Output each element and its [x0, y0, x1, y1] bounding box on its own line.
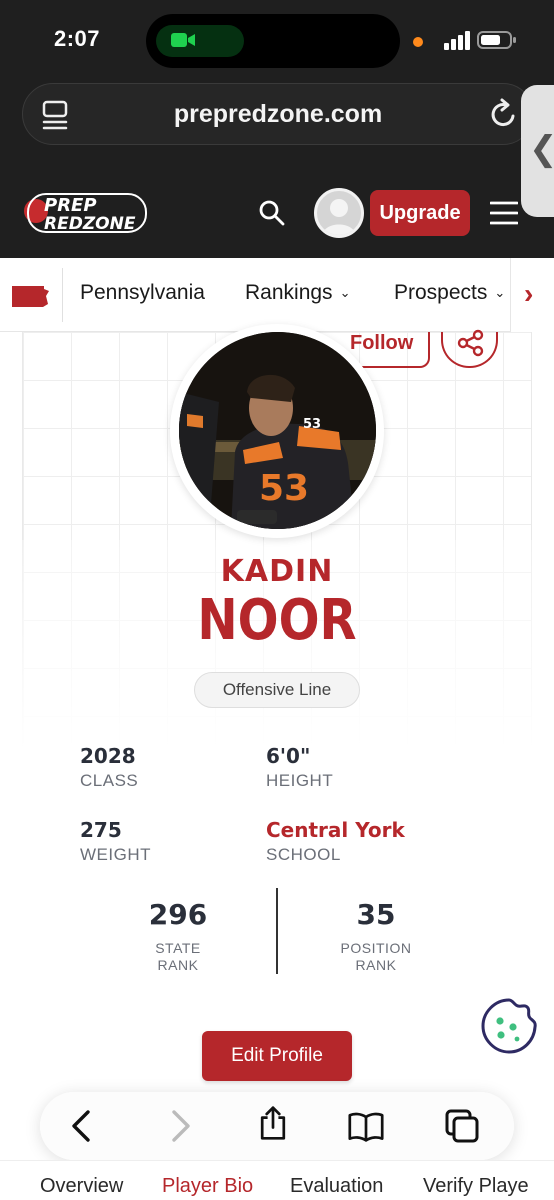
share-sheet-icon[interactable]: [255, 1105, 291, 1141]
chevron-down-icon: ⌄: [339, 285, 351, 300]
player-first-name: KADIN: [220, 554, 334, 589]
rank-divider: [276, 888, 278, 974]
address-bar[interactable]: prepredzone.com: [22, 83, 534, 145]
stat-class-label: CLASS: [80, 771, 139, 790]
avatar-placeholder-icon: [322, 199, 356, 235]
nav-scroll-right-button[interactable]: ›: [510, 258, 554, 332]
tabs-overview-icon[interactable]: [444, 1108, 480, 1144]
battery-icon: [477, 31, 516, 49]
player-last-name: NOOR: [197, 588, 357, 653]
player-photo-illustration: 53 53: [179, 332, 376, 529]
url-text[interactable]: prepredzone.com: [23, 100, 533, 129]
reload-icon[interactable]: [489, 98, 519, 130]
recording-indicator: [413, 37, 423, 47]
nav-item-prospects[interactable]: Prospects ⌄: [394, 281, 505, 305]
logo-text-redzone: REDZONE: [44, 214, 136, 234]
pennsylvania-state-icon: [12, 286, 49, 307]
dynamic-island: [146, 14, 400, 68]
nav-item-rankings[interactable]: Rankings ⌄: [245, 281, 350, 305]
position-badge: Offensive Line: [194, 672, 360, 708]
state-rank-value: 296: [148, 898, 208, 931]
bookmarks-icon[interactable]: [348, 1108, 384, 1144]
position-rank-label: POSITION RANK: [296, 940, 456, 974]
svg-text:53: 53: [259, 468, 309, 509]
safari-toolbar: [40, 1092, 514, 1160]
tab-verify-player[interactable]: Verify Playe: [423, 1175, 529, 1198]
tab-evaluation[interactable]: Evaluation: [290, 1175, 383, 1198]
state-nav-bar: Pennsylvania Rankings ⌄ Prospects ⌄ ›: [0, 258, 554, 332]
site-logo[interactable]: PREP REDZONE: [22, 189, 148, 237]
profile-tabs: Overview Player Bio Evaluation Verify Pl…: [0, 1160, 554, 1200]
position-rank-label-line2: RANK: [355, 957, 397, 973]
state-rank-label-line1: STATE: [155, 940, 201, 956]
cookie-icon[interactable]: [480, 997, 538, 1055]
stat-weight-value: 275: [80, 818, 122, 842]
nav-item-label: Rankings: [245, 281, 333, 304]
nav-item-pennsylvania[interactable]: Pennsylvania: [80, 281, 205, 305]
stat-height-label: HEIGHT: [266, 771, 334, 790]
upgrade-button[interactable]: Upgrade: [370, 190, 470, 236]
video-camera-icon: [171, 33, 195, 47]
stat-class-value: 2028: [80, 744, 136, 768]
side-panel-handle[interactable]: ❮: [521, 85, 554, 217]
forward-icon[interactable]: [162, 1108, 198, 1144]
user-avatar[interactable]: [314, 188, 364, 238]
stat-school-label: SCHOOL: [266, 845, 341, 864]
chevron-left-icon: ❮: [529, 129, 554, 169]
nav-item-label: Prospects: [394, 281, 488, 304]
position-rank-value: 35: [356, 898, 396, 931]
share-icon: [457, 329, 484, 357]
chevron-down-icon: ⌄: [494, 285, 506, 300]
signal-icon: [444, 31, 470, 50]
follow-label: Follow: [350, 332, 414, 354]
nav-divider: [62, 268, 63, 322]
svg-text:53: 53: [303, 417, 321, 432]
back-icon[interactable]: [64, 1108, 100, 1144]
stat-school-value[interactable]: Central York: [266, 818, 405, 842]
edit-profile-button[interactable]: Edit Profile: [202, 1031, 352, 1081]
profile-photo: 53 53: [179, 332, 376, 529]
stat-weight-label: WEIGHT: [80, 845, 151, 864]
nav-item-label: Pennsylvania: [80, 281, 205, 304]
menu-icon[interactable]: [490, 200, 518, 226]
search-icon[interactable]: [258, 199, 286, 227]
logo-text-prep: PREP: [44, 195, 97, 216]
tab-overview[interactable]: Overview: [40, 1175, 123, 1198]
state-rank-label-line2: RANK: [157, 957, 199, 973]
position-rank-label-line1: POSITION: [340, 940, 412, 956]
stat-height-value: 6'0": [266, 744, 311, 768]
chevron-right-icon: ›: [524, 278, 534, 309]
status-time: 2:07: [54, 26, 101, 51]
state-rank-label: STATE RANK: [98, 940, 258, 974]
tab-player-bio[interactable]: Player Bio: [162, 1175, 253, 1198]
